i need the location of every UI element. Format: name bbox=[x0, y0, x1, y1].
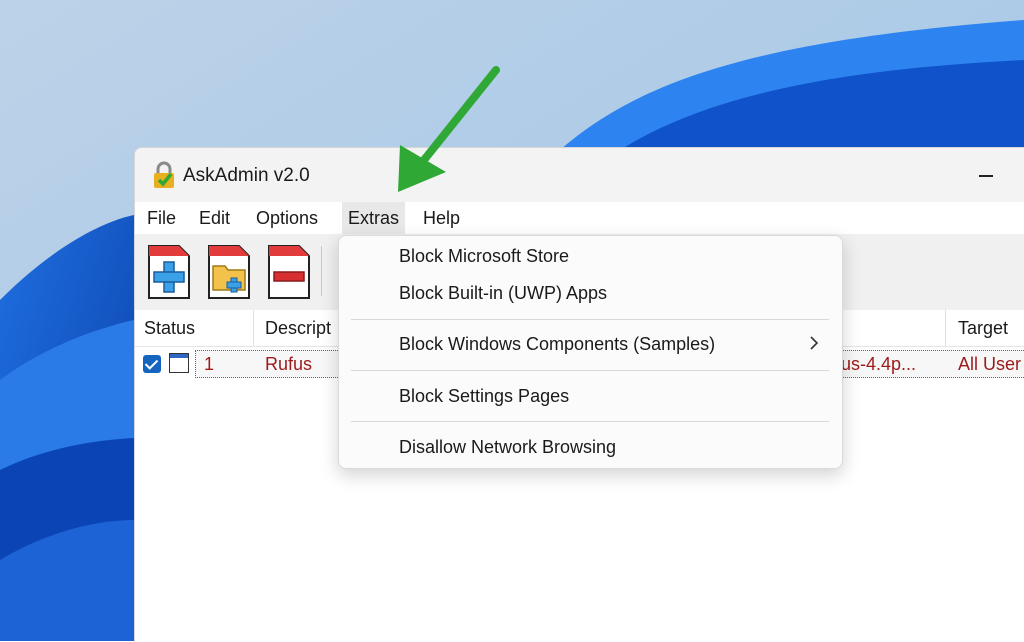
menu-extras[interactable]: Extras bbox=[342, 202, 406, 234]
add-folder-icon[interactable] bbox=[207, 244, 251, 300]
menu-separator bbox=[351, 421, 829, 422]
remove-icon[interactable] bbox=[267, 244, 311, 300]
menu-bar: File Edit Options Extras Help bbox=[135, 202, 1024, 234]
column-target[interactable]: Target bbox=[958, 310, 1008, 346]
menu-item-block-microsoft-store[interactable]: Block Microsoft Store bbox=[399, 244, 569, 268]
window-title: AskAdmin v2.0 bbox=[183, 165, 310, 186]
menu-item-disallow-network-browsing[interactable]: Disallow Network Browsing bbox=[399, 435, 616, 459]
menu-options[interactable]: Options bbox=[250, 202, 324, 234]
column-divider[interactable] bbox=[253, 310, 254, 346]
menu-item-block-settings-pages[interactable]: Block Settings Pages bbox=[399, 384, 569, 408]
chevron-right-icon bbox=[810, 336, 819, 350]
padlock-icon bbox=[154, 161, 174, 188]
row-path: fus-4.4p... bbox=[836, 354, 917, 374]
menu-separator bbox=[351, 319, 829, 320]
row-id: 1 bbox=[204, 354, 215, 374]
menu-item-block-uwp-apps[interactable]: Block Built-in (UWP) Apps bbox=[399, 281, 607, 305]
column-divider[interactable] bbox=[945, 310, 946, 346]
row-checkbox[interactable] bbox=[143, 355, 161, 373]
row-description: Rufus bbox=[265, 354, 313, 374]
minimize-button[interactable] bbox=[973, 162, 999, 188]
menu-edit[interactable]: Edit bbox=[193, 202, 236, 234]
menu-help[interactable]: Help bbox=[417, 202, 466, 234]
menu-file[interactable]: File bbox=[141, 202, 182, 234]
column-status[interactable]: Status bbox=[144, 310, 195, 346]
add-file-icon[interactable] bbox=[147, 244, 191, 300]
menu-separator bbox=[351, 370, 829, 371]
row-target: All User bbox=[958, 354, 1022, 374]
window-icon bbox=[169, 353, 189, 373]
extras-dropdown-menu: Block Microsoft Store Block Built-in (UW… bbox=[338, 235, 843, 469]
toolbar-separator bbox=[321, 246, 322, 296]
column-description[interactable]: Descript bbox=[265, 310, 331, 346]
title-bar[interactable]: AskAdmin v2.0 bbox=[135, 148, 1024, 202]
menu-item-block-windows-components[interactable]: Block Windows Components (Samples) bbox=[399, 332, 715, 356]
